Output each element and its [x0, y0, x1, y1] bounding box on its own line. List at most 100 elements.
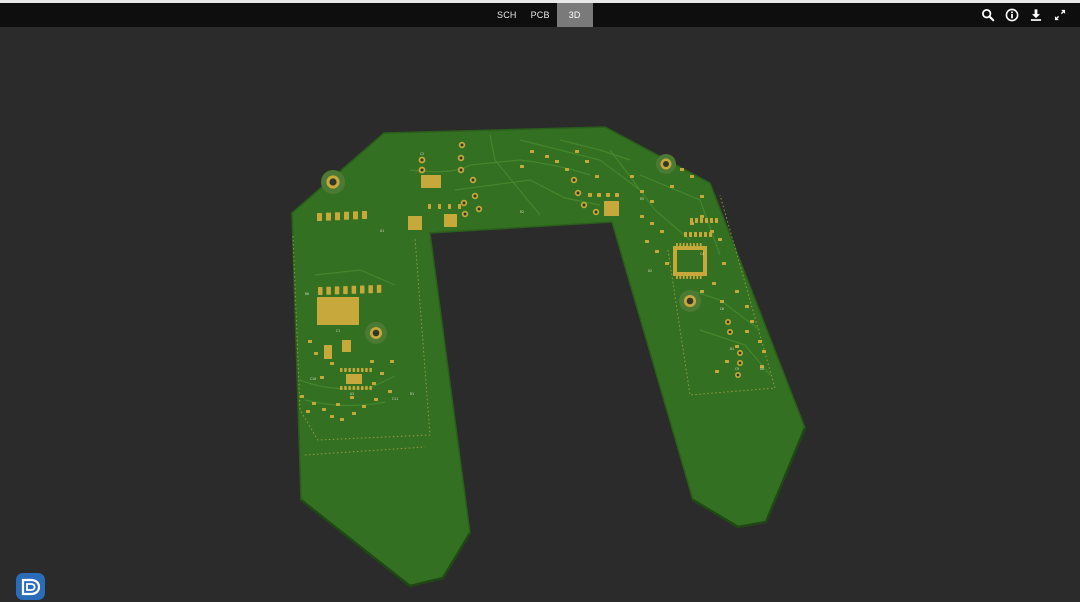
- smd-pad: [324, 345, 332, 359]
- mcu-pin-pad: [693, 275, 695, 279]
- small-smd-pad: [690, 175, 694, 178]
- download-icon: [1030, 9, 1042, 21]
- drill-hole: [459, 156, 463, 160]
- fullscreen-button[interactable]: [1050, 3, 1070, 27]
- drill-hole: [459, 168, 463, 172]
- silkscreen-label: C11: [392, 397, 398, 401]
- mcu-pin-pad: [696, 275, 699, 279]
- smd-pad-large: [604, 201, 619, 216]
- ic-pin-pad: [361, 386, 364, 390]
- smd-pad: [709, 232, 712, 237]
- small-smd-pad: [585, 160, 589, 163]
- header-pad: [428, 204, 431, 209]
- 3d-viewport[interactable]: U1 U2 U3 C1 C2 C4 C6 C9 C10 C11 R1 R2 R5 R6 D1 D8: [0, 27, 1080, 602]
- mcu-pin-pad: [689, 275, 692, 279]
- small-smd-pad: [340, 418, 344, 421]
- small-smd-pad: [545, 155, 549, 158]
- small-smd-pad: [374, 398, 378, 401]
- tab-3d[interactable]: 3D: [556, 3, 593, 27]
- drill-hole: [420, 158, 424, 162]
- connector-pad: [376, 284, 382, 293]
- tab-sch[interactable]: SCH: [490, 3, 524, 27]
- search-icon: [982, 9, 995, 22]
- smd-pad-large: [346, 374, 362, 384]
- mcu-pin-pad: [699, 243, 702, 247]
- drill-hole: [726, 320, 730, 324]
- connector-pad: [351, 285, 357, 294]
- smd-pad-large: [408, 216, 422, 230]
- download-button[interactable]: [1026, 3, 1046, 27]
- mounting-hole-drill: [686, 297, 694, 305]
- small-smd-pad: [735, 290, 739, 293]
- connector-pad: [362, 211, 367, 219]
- small-smd-pad: [530, 150, 534, 153]
- smd-pad: [690, 218, 693, 223]
- small-smd-pad: [336, 403, 340, 406]
- ic-pin-pad: [356, 386, 360, 390]
- small-smd-pad: [330, 362, 334, 365]
- header-pad: [458, 204, 461, 209]
- ic-pin-pad: [344, 368, 347, 372]
- small-smd-pad: [308, 340, 312, 343]
- small-smd-pad: [314, 352, 318, 355]
- toolbar-actions: [978, 3, 1070, 27]
- smd-pad: [700, 218, 703, 223]
- small-smd-pad: [712, 282, 716, 285]
- info-button[interactable]: [1002, 3, 1022, 27]
- search-button[interactable]: [978, 3, 998, 27]
- small-smd-pad: [388, 390, 392, 393]
- mcu-pin-pad: [682, 243, 685, 247]
- smd-pad: [342, 340, 351, 352]
- small-smd-pad: [645, 240, 649, 243]
- small-smd-pad: [762, 350, 766, 353]
- small-smd-pad: [555, 160, 559, 163]
- small-smd-pad: [330, 415, 334, 418]
- drill-hole: [582, 203, 586, 207]
- connector-pad: [368, 285, 373, 294]
- small-smd-pad: [700, 290, 704, 293]
- mcu-pin-pad: [699, 275, 702, 279]
- small-smd-pad: [670, 185, 674, 188]
- small-smd-pad: [312, 402, 316, 405]
- ic-pin-pad: [356, 368, 360, 372]
- ic-pin-pad: [340, 386, 343, 390]
- connector-pad: [317, 213, 322, 221]
- easyeda-logo: [16, 573, 45, 600]
- drill-hole: [738, 351, 742, 355]
- smd-pad: [705, 218, 708, 223]
- silkscreen-label: C1: [336, 329, 340, 333]
- drill-hole: [594, 210, 598, 214]
- header-pad: [438, 204, 441, 209]
- small-smd-pad: [665, 262, 669, 265]
- mcu-pin-pad: [676, 243, 678, 247]
- silkscreen-label: R2: [520, 210, 524, 214]
- drill-hole: [420, 168, 424, 172]
- tab-pcb[interactable]: PCB: [524, 3, 557, 27]
- small-smd-pad: [745, 330, 749, 333]
- top-toolbar: SCH PCB 3D: [0, 0, 1080, 27]
- small-smd-pad: [372, 382, 376, 385]
- drill-hole: [736, 373, 740, 377]
- small-smd-pad: [650, 222, 654, 225]
- small-smd-pad: [725, 360, 729, 363]
- ic-pin-pad: [340, 368, 343, 372]
- viewer-app: SCH PCB 3D U1 U2 U3 C1 C2 C4 C6 C9 C10 C…: [0, 0, 1080, 602]
- ic-pin-pad: [348, 386, 351, 390]
- small-smd-pad: [565, 168, 569, 171]
- connector-pad: [318, 287, 323, 295]
- smd-pad: [710, 218, 713, 223]
- pcb-3d-board[interactable]: U1 U2 U3 C1 C2 C4 C6 C9 C10 C11 R1 R2 R5 R6 D1 D8: [0, 27, 1080, 602]
- silkscreen-label: U3: [350, 392, 354, 396]
- small-smd-pad: [745, 305, 749, 308]
- smd-pad-large: [421, 175, 441, 188]
- board-shape: [291, 126, 806, 587]
- drill-hole: [463, 212, 467, 216]
- mcu-pin-pad: [689, 243, 692, 247]
- small-smd-pad: [370, 360, 374, 363]
- silkscreen-label: R6: [305, 292, 309, 296]
- drill-hole: [473, 194, 477, 198]
- connector-pad: [326, 286, 331, 295]
- fullscreen-icon: [1054, 9, 1066, 21]
- smd-pad: [684, 232, 687, 237]
- silkscreen-label: R1: [410, 392, 414, 396]
